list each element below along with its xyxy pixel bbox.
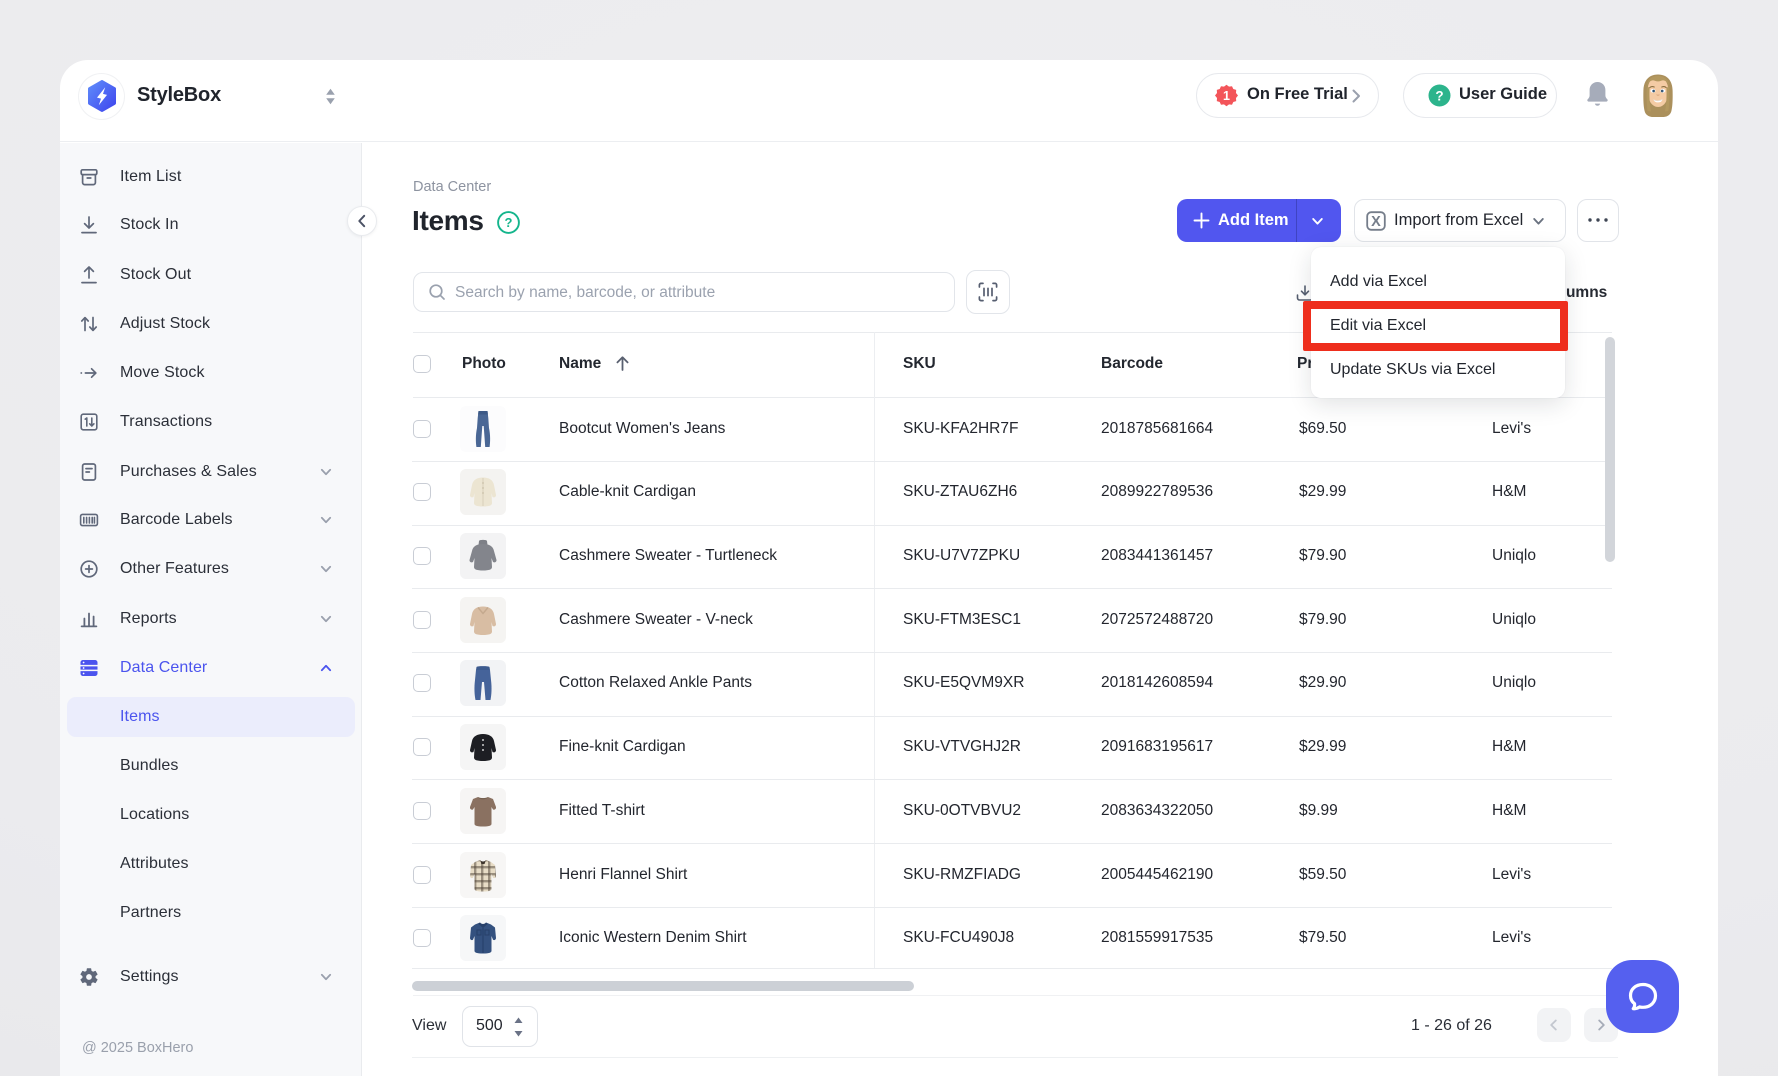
svg-text:1: 1 <box>1223 89 1230 103</box>
svg-text:?: ? <box>505 215 513 230</box>
svg-text:X: X <box>1371 214 1381 230</box>
svg-text:?: ? <box>1435 88 1443 103</box>
